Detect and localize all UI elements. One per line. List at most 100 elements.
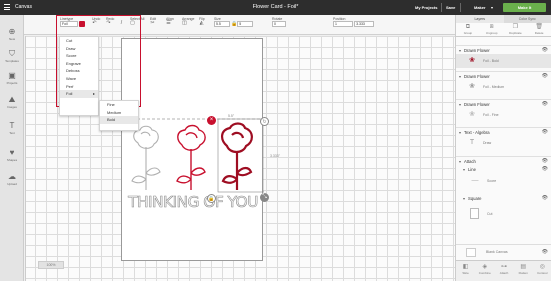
flower-thumbnail-icon: ❀	[469, 111, 475, 118]
duplicate-button[interactable]: ❐ Duplicate	[504, 23, 528, 36]
trash-icon: 🗑	[535, 24, 543, 30]
card-blank[interactable]: THINKING OF YOU	[121, 38, 264, 261]
delete-button[interactable]: 🗑 Delete	[527, 23, 551, 36]
layer-item-foil-bold[interactable]: ❀ Foil - Bold	[456, 54, 551, 68]
linetype-option-wave[interactable]: Wave	[60, 75, 98, 83]
eye-icon[interactable]: 👁	[542, 194, 548, 203]
sidebar-item-label: Projects	[6, 81, 18, 85]
layer-line[interactable]: ▾ Line 👁	[456, 165, 551, 174]
shapes-icon: ♥	[9, 148, 15, 157]
linetype-option-score[interactable]: Score	[60, 52, 98, 60]
layer-item-foil-fine[interactable]: ❀ Foil - Fine	[456, 108, 551, 122]
flatten-button[interactable]: ▤ Flatten	[514, 261, 533, 281]
foil-option-fine[interactable]: Fine	[100, 101, 138, 109]
layer-name: Drawn Flower	[464, 74, 490, 79]
linetype-option-engrave[interactable]: Engrave	[60, 60, 98, 68]
ungroup-button[interactable]: ⧈ Ungroup	[480, 23, 504, 36]
layer-drawn-flower-3[interactable]: ▾ Drawn Flower 👁	[456, 99, 551, 108]
sidebar-item-label: Templates	[5, 59, 19, 63]
flatten-label: Flatten	[518, 271, 528, 275]
chevron-down-icon[interactable]: ▾	[463, 194, 465, 203]
contour-button[interactable]: ◎ Contour	[533, 261, 551, 281]
pen-group: /	[119, 17, 124, 26]
foil-option-medium[interactable]: Medium	[100, 109, 138, 117]
linetype-option-perf[interactable]: Perf	[60, 83, 98, 91]
undo-icon[interactable]: ↶	[92, 21, 97, 26]
size-width-input[interactable]: 5.5	[214, 21, 230, 27]
flower-thumbnail-icon: ❀	[469, 83, 475, 90]
linetype-option-foil[interactable]: Foil ▸	[60, 90, 98, 98]
flip-icon[interactable]: ◭	[199, 21, 204, 26]
blank-canvas-swatch[interactable]	[466, 248, 476, 257]
layer-drawn-flower-2[interactable]: ▾ Drawn Flower 👁	[456, 71, 551, 80]
layer-item-cut[interactable]: Cut	[456, 203, 551, 225]
group-button[interactable]: ⧉ Group	[456, 23, 480, 36]
layer-operation: Foil - Fine	[483, 113, 499, 117]
layer-name: Line	[468, 167, 476, 172]
tab-color-sync[interactable]: Color Sync	[504, 15, 551, 23]
linetype-color-swatch[interactable]	[79, 21, 86, 27]
sidebar-item-text[interactable]: T Text	[0, 121, 24, 135]
sidebar-item-shapes[interactable]: ♥ Shapes	[0, 148, 24, 162]
size-height-input[interactable]: 5	[237, 21, 254, 27]
layer-item-foil-medium[interactable]: ❀ Foil - Medium	[456, 80, 551, 94]
linetype-option-cut[interactable]: Cut	[60, 37, 98, 45]
select-all-icon[interactable]: ▢	[130, 21, 135, 26]
position-x-input[interactable]: 1	[333, 21, 353, 27]
pen-icon[interactable]: /	[119, 21, 124, 26]
position-group: Position 1 3.333	[333, 17, 375, 27]
machine-select[interactable]: Maker	[474, 5, 486, 10]
lock-handle-icon[interactable]: 🔒	[207, 194, 216, 203]
resize-handle-icon[interactable]: ⤡	[260, 193, 269, 202]
linetype-group: Linetype Foil	[60, 17, 86, 27]
position-y-input[interactable]: 3.333	[354, 21, 375, 27]
combine-icon: ◈	[482, 264, 488, 270]
foil-option-bold[interactable]: Bold	[100, 116, 138, 124]
linetype-select[interactable]: Foil	[60, 21, 78, 27]
vertical-ruler	[24, 36, 26, 281]
sidebar-item-images[interactable]: ⛰ Images	[0, 95, 24, 109]
sidebar-item-projects[interactable]: ▣ Projects	[0, 71, 24, 85]
slice-button[interactable]: ◧ Slice	[456, 261, 475, 281]
blank-canvas-row[interactable]: Blank Canvas 👁	[456, 244, 551, 259]
layer-item-draw[interactable]: T Draw	[456, 136, 551, 150]
sidebar-item-templates[interactable]: ⛉ Templates	[0, 49, 24, 63]
linetype-option-draw[interactable]: Draw	[60, 45, 98, 53]
arrange-group: Arrange ◫	[182, 17, 194, 26]
sidebar-item-upload[interactable]: ☁ Upload	[0, 172, 24, 186]
upload-icon: ☁	[8, 172, 16, 181]
layer-item-score[interactable]: — Score	[456, 174, 551, 188]
zoom-control[interactable]: 100%	[38, 261, 64, 269]
combine-button[interactable]: ◈ Combine	[475, 261, 494, 281]
lock-icon[interactable]: 🔒	[231, 21, 237, 27]
layer-text-algebra[interactable]: ▾ Text - Algebra 👁	[456, 127, 551, 136]
attach-button[interactable]: ⊶ Attach	[494, 261, 513, 281]
tab-layers[interactable]: Layers	[456, 15, 504, 23]
rotate-handle-icon[interactable]: ↻	[260, 117, 269, 126]
card-text[interactable]: THINKING OF YOU	[122, 193, 264, 212]
sidebar-item-new[interactable]: ⊕ New	[0, 27, 24, 41]
delete-handle-icon[interactable]: ×	[207, 116, 216, 125]
rotate-input[interactable]: 0	[272, 21, 286, 27]
scissors-icon[interactable]: ✂	[150, 21, 155, 26]
layer-drawn-flower-1[interactable]: ▾ Drawn Flower 👁	[456, 45, 551, 54]
width-dimension-label: 5.5"	[228, 114, 235, 118]
eye-icon[interactable]: 👁	[542, 165, 548, 174]
my-projects-link[interactable]: My Projects	[415, 5, 437, 10]
layer-operation: Foil - Medium	[483, 85, 505, 89]
arrange-icon[interactable]: ◫	[182, 21, 187, 26]
undo-group: Undo ↶	[92, 17, 100, 26]
save-link[interactable]: Save	[446, 5, 455, 10]
chevron-down-icon[interactable]: ▾	[491, 5, 493, 10]
make-it-button[interactable]: Make It	[503, 3, 546, 12]
eye-icon[interactable]: 👁	[542, 245, 548, 260]
align-icon[interactable]: ☰	[166, 21, 171, 26]
layer-attach[interactable]: ▾ Attach 👁	[456, 156, 551, 165]
edit-group: Edit ✂	[150, 17, 156, 26]
redo-icon[interactable]: ↷	[106, 21, 111, 26]
chevron-down-icon[interactable]: ▾	[463, 165, 465, 174]
group-icon: ⧉	[465, 24, 471, 30]
height-dimension-label: 3.333"	[270, 154, 281, 158]
layer-square[interactable]: ▾ Square 👁	[456, 194, 551, 203]
linetype-option-deboss[interactable]: Deboss	[60, 67, 98, 75]
